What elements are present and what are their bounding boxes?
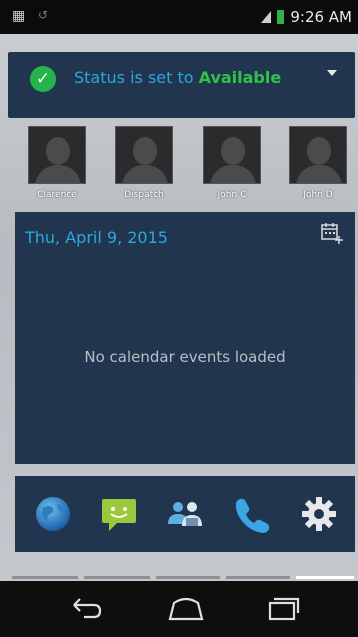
page-dot: [226, 576, 290, 579]
page-dot-active: [296, 576, 354, 579]
recents-icon[interactable]: [262, 595, 302, 623]
refresh-notification-icon: ↺: [38, 8, 49, 22]
calendar-widget[interactable]: Thu, April 9, 2015 No calendar events lo…: [15, 212, 355, 464]
status-bar: ▦ ↺ 9:26 AM: [0, 0, 358, 34]
page-dot: [156, 576, 220, 579]
status-text: Status is set to Available: [74, 68, 281, 87]
calendar-empty-message: No calendar events loaded: [84, 348, 286, 366]
contact-name: Dispatch: [124, 190, 164, 200]
page-dot: [12, 576, 78, 579]
signal-icon: [261, 11, 272, 23]
avatar: [203, 126, 261, 184]
battery-icon: [277, 10, 285, 24]
status-value: Available: [198, 68, 282, 87]
contact-john-d[interactable]: John D: [282, 126, 354, 210]
avatar: [289, 126, 347, 184]
contact-dispatch[interactable]: Dispatch: [108, 126, 180, 210]
contact-name: John C: [217, 190, 247, 200]
app-dock: [15, 476, 355, 552]
settings-icon[interactable]: [299, 494, 339, 534]
calendar-date: Thu, April 9, 2015: [25, 228, 168, 247]
globe-icon[interactable]: [33, 494, 73, 534]
back-icon[interactable]: [66, 595, 106, 623]
message-icon[interactable]: [99, 494, 139, 534]
avatar: [28, 126, 86, 184]
clock: 9:26 AM: [290, 8, 352, 26]
contact-name: Clarence: [37, 190, 77, 200]
avatar: [115, 126, 173, 184]
caret-down-icon[interactable]: [327, 70, 337, 76]
phone-icon[interactable]: [231, 494, 271, 534]
calendar-add-icon[interactable]: [319, 220, 345, 246]
status-prefix: Status is set to: [74, 68, 199, 87]
home-icon[interactable]: [166, 595, 206, 623]
contact-clarence[interactable]: Clarence: [21, 126, 93, 210]
status-bar-right: 9:26 AM: [261, 8, 352, 26]
contact-john-c[interactable]: John C: [196, 126, 268, 210]
check-circle-icon: ✓: [30, 66, 56, 92]
contacts-icon[interactable]: [165, 494, 205, 534]
navigation-bar: [0, 581, 358, 637]
contacts-row: Clarence Dispatch John C John D: [0, 126, 358, 212]
status-widget[interactable]: ✓ Status is set to Available: [8, 52, 355, 118]
page-dot: [84, 576, 150, 579]
grid-notification-icon: ▦: [12, 8, 26, 24]
contact-name: John D: [303, 190, 333, 200]
